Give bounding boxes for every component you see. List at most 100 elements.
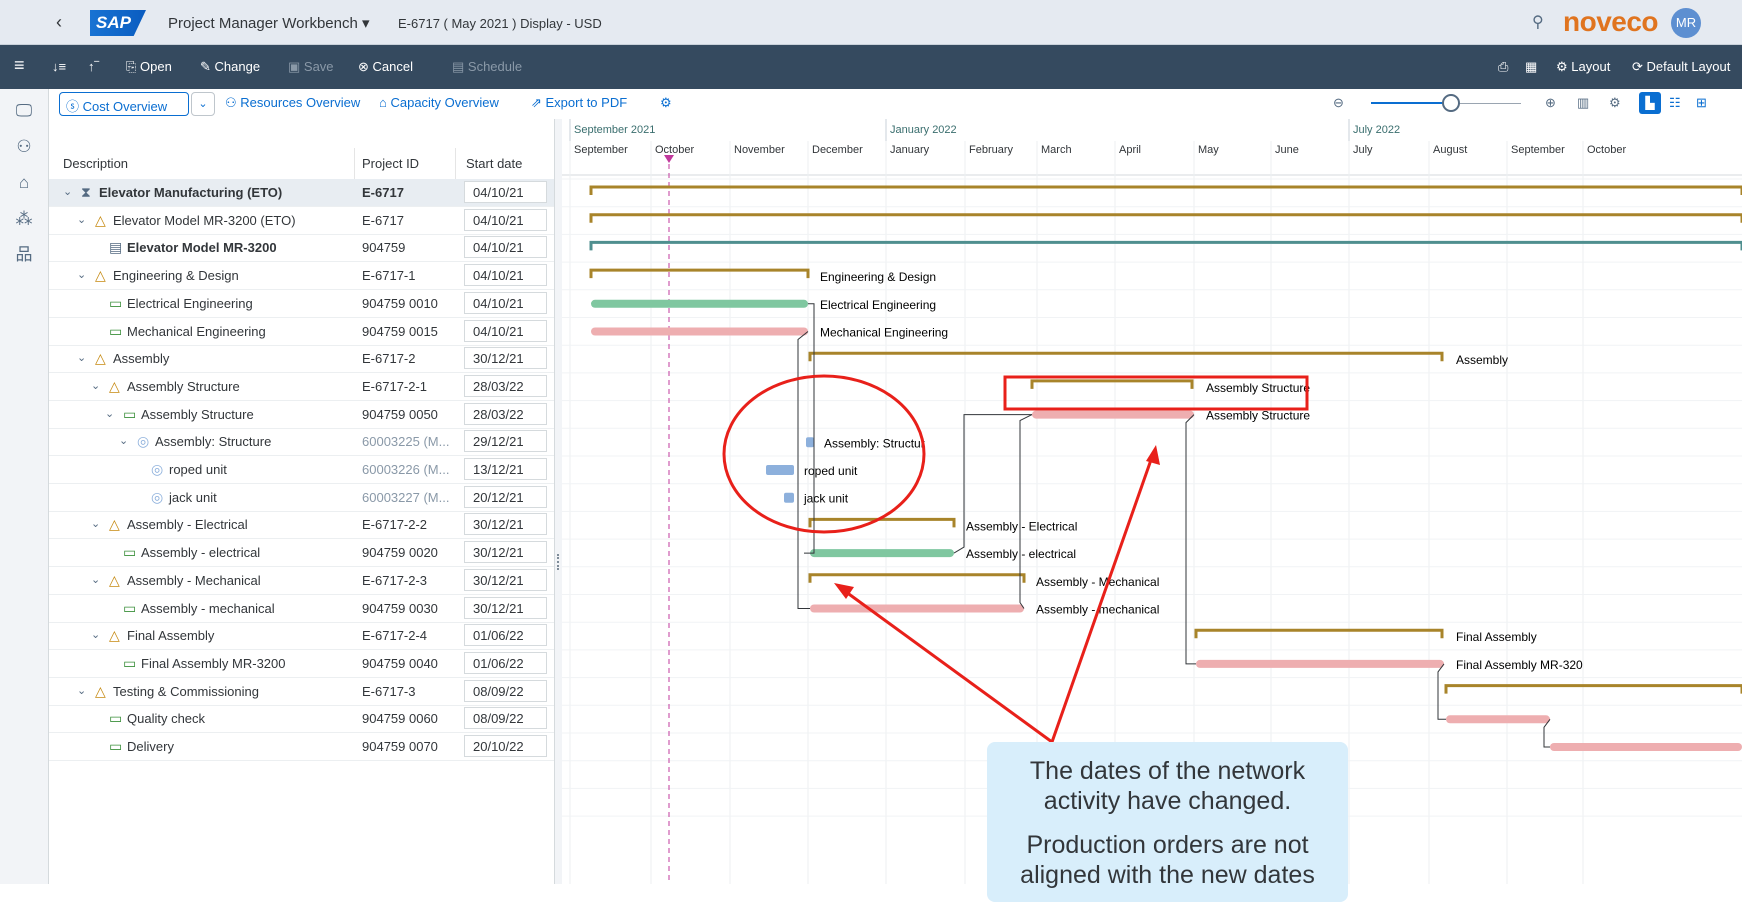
save-button[interactable]: ▣ Save: [288, 59, 334, 75]
zoom-out-icon[interactable]: ⊖: [1333, 95, 1344, 111]
chevron-down-icon[interactable]: ⌄: [91, 628, 100, 641]
network-icon[interactable]: ⁂: [12, 207, 36, 231]
table-row[interactable]: ▭ Quality check 904759 0060 08/09/22: [49, 705, 554, 734]
start-date-field[interactable]: 29/12/21: [464, 430, 547, 453]
start-date-field[interactable]: 30/12/21: [464, 596, 547, 619]
settings-icon[interactable]: ⚙: [660, 95, 672, 111]
start-date-field[interactable]: 04/10/21: [464, 319, 547, 342]
chevron-down-icon[interactable]: ⌄: [91, 379, 100, 392]
table-row[interactable]: ▭ Assembly - electrical 904759 0020 30/12/2…: [49, 539, 554, 568]
header-description[interactable]: Description: [63, 156, 128, 171]
table-row[interactable]: ⌄ ◎ Assembly: Structure 60003225 (M... 29/12…: [49, 428, 554, 457]
default-layout-button[interactable]: ⟳ Default Layout: [1632, 59, 1730, 75]
chevron-down-icon[interactable]: ⌄: [77, 213, 86, 226]
table-row[interactable]: ⌄ △ Assembly - Mechanical E-6717-2-3 30/12/2…: [49, 567, 554, 595]
mechanical-engineering-bar[interactable]: [591, 327, 808, 336]
table-view-icon[interactable]: ⊞: [1696, 95, 1707, 111]
header-project-id[interactable]: Project ID: [362, 156, 419, 171]
chevron-down-icon[interactable]: ⌄: [77, 351, 86, 364]
users-icon[interactable]: ⚇: [12, 135, 36, 159]
resources-overview-tab[interactable]: ⚇ Resources Overview: [225, 95, 360, 111]
start-date-field[interactable]: 04/10/21: [464, 236, 547, 259]
table-row[interactable]: ◎ jack unit 60003227 (M... 20/12/21: [49, 484, 554, 512]
start-date-field[interactable]: 28/03/22: [464, 374, 547, 397]
start-date-field[interactable]: 28/03/22: [464, 402, 547, 425]
splitter-grip[interactable]: [557, 554, 561, 570]
table-row[interactable]: ▭ Electrical Engineering 904759 0010 04/10/…: [49, 290, 554, 318]
jack-unit-bar[interactable]: [784, 492, 794, 503]
chevron-down-icon[interactable]: ⌄: [77, 684, 86, 697]
table-row[interactable]: ⌄ △ Testing & Commissioning E-6717-3 08/09/2…: [49, 678, 554, 706]
start-date-field[interactable]: 04/10/21: [464, 291, 547, 314]
start-date-field[interactable]: 20/12/21: [464, 485, 547, 508]
start-date-field[interactable]: 30/12/21: [464, 541, 547, 564]
material-summary-bar[interactable]: [589, 240, 1742, 251]
start-date-field[interactable]: 13/12/21: [464, 458, 547, 480]
project-summary-bar[interactable]: [589, 185, 1742, 195]
start-date-field[interactable]: 04/10/21: [464, 181, 547, 203]
assembly-structure-summary-bar[interactable]: [1030, 379, 1194, 389]
table-row[interactable]: ⌄ △ Assembly - Electrical E-6717-2-2 30/12/2…: [49, 511, 554, 540]
start-date-field[interactable]: 08/09/22: [464, 707, 547, 730]
assembly-structure-bar[interactable]: [1032, 410, 1194, 419]
table-row[interactable]: ⌄ △ Final Assembly E-6717-2-4 01/06/22: [49, 622, 554, 651]
network-summary-bar[interactable]: [589, 213, 1742, 223]
grid-icon[interactable]: ▦: [1525, 59, 1537, 75]
assembly-mechanical-summary-bar[interactable]: [808, 573, 1026, 583]
start-date-field[interactable]: 30/12/21: [464, 513, 547, 536]
start-date-field[interactable]: 04/10/21: [464, 208, 547, 231]
testing-summary-bar[interactable]: [1444, 684, 1742, 694]
hierarchy-icon[interactable]: 品: [12, 243, 36, 267]
cancel-button[interactable]: ⊗ Cancel: [358, 59, 413, 75]
table-row[interactable]: ▭ Assembly - mechanical 904759 0030 30/12/2…: [49, 595, 554, 623]
zoom-slider-handle[interactable]: [1442, 94, 1460, 112]
start-date-field[interactable]: 01/06/22: [464, 651, 547, 674]
chevron-down-icon[interactable]: ⌄: [63, 185, 72, 198]
capacity-icon[interactable]: ⌂: [12, 171, 36, 195]
assembly-electrical-bar[interactable]: [810, 549, 954, 558]
chevron-down-icon[interactable]: ⌄: [91, 517, 100, 530]
start-date-field[interactable]: 04/10/21: [464, 264, 547, 287]
menu-icon[interactable]: ≡: [14, 55, 25, 76]
chevron-down-icon[interactable]: ⌄: [77, 268, 86, 281]
start-date-field[interactable]: 30/12/21: [464, 347, 547, 370]
search-icon[interactable]: ⚲: [1532, 12, 1544, 32]
header-start-date[interactable]: Start date: [466, 156, 522, 171]
chevron-down-icon[interactable]: ⌄: [191, 92, 215, 116]
capacity-overview-tab[interactable]: ⌂ Capacity Overview: [379, 95, 499, 110]
cost-overview-tab[interactable]: ⓢ Cost Overview: [59, 92, 189, 116]
table-row[interactable]: ⌄ △ Assembly E-6717-2 30/12/21: [49, 345, 554, 374]
final-assembly-bar[interactable]: [1196, 659, 1444, 668]
assembly-summary-bar[interactable]: [808, 351, 1444, 362]
engineering-summary-bar[interactable]: [589, 268, 810, 279]
start-date-field[interactable]: 01/06/22: [464, 624, 547, 647]
table-row[interactable]: ⌄ ▭ Assembly Structure 904759 0050 28/03/22: [49, 401, 554, 429]
assembly-mechanical-bar[interactable]: [810, 604, 1024, 613]
chevron-down-icon[interactable]: ⌄: [105, 407, 114, 420]
gear-icon[interactable]: ⚙: [1609, 95, 1621, 111]
chevron-down-icon[interactable]: ⌄: [91, 573, 100, 586]
app-title[interactable]: Project Manager Workbench ▾: [168, 14, 370, 32]
zoom-in-icon[interactable]: ⊕: [1545, 95, 1556, 111]
table-row[interactable]: ◎ roped unit 60003226 (M... 13/12/21: [49, 456, 554, 484]
table-row[interactable]: ▭ Mechanical Engineering 904759 0015 04/10/…: [49, 318, 554, 346]
open-button[interactable]: ⎘ Open: [126, 59, 172, 75]
avatar[interactable]: MR: [1671, 8, 1701, 38]
final-assembly-summary-bar[interactable]: [1194, 628, 1444, 639]
sap-logo[interactable]: SAP: [90, 10, 146, 36]
table-row[interactable]: ⌄ △ Elevator Model MR-3200 (ETO) E-6717 04/1…: [49, 207, 554, 235]
assembly-electrical-summary-bar[interactable]: [808, 517, 956, 528]
schedule-button[interactable]: ▤ Schedule: [452, 59, 522, 75]
monitor-icon[interactable]: 🖵: [12, 99, 36, 123]
start-date-field[interactable]: 08/09/22: [464, 679, 547, 702]
table-row[interactable]: ⌄ △ Engineering & Design E-6717-1 04/10/21: [49, 262, 554, 291]
back-icon[interactable]: ‹: [56, 12, 62, 33]
electrical-engineering-bar[interactable]: [591, 299, 808, 308]
gantt-view-icon[interactable]: ▙: [1639, 92, 1661, 114]
delivery-bar[interactable]: [1550, 743, 1742, 751]
table-row[interactable]: ▤ Elevator Model MR-3200 904759 04/10/21: [49, 234, 554, 263]
start-date-field[interactable]: 30/12/21: [464, 568, 547, 591]
columns-icon[interactable]: ▥: [1577, 95, 1589, 111]
chevron-down-icon[interactable]: ⌄: [119, 434, 128, 447]
table-row[interactable]: ⌄ ⧗ Elevator Manufacturing (ETO) E-6717 04/1…: [49, 179, 554, 207]
